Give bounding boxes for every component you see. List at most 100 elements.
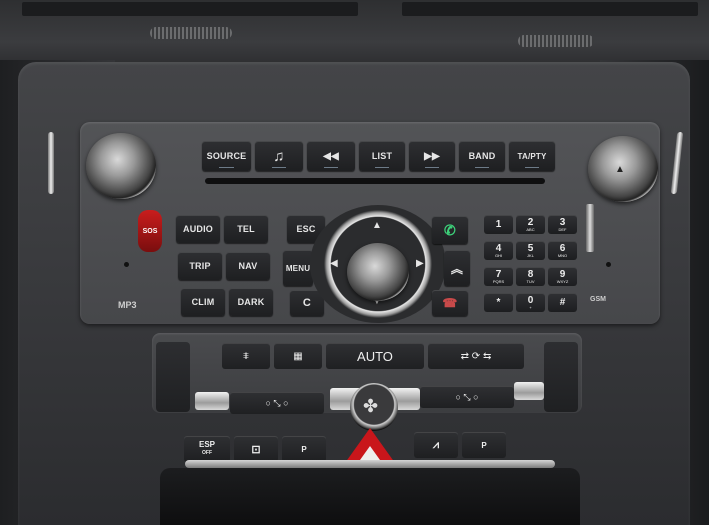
clim-button[interactable]: CLIM: [181, 288, 225, 316]
up-arrow-icon[interactable]: ▲: [372, 220, 382, 231]
rewind-icon: ◀◀: [323, 150, 339, 162]
key-digit: 3: [559, 216, 566, 228]
source-button[interactable]: SOURCE: [202, 141, 251, 171]
nav-button[interactable]: NAV: [226, 252, 270, 280]
seat-heat-left-button[interactable]: ○ ⤡ ○: [230, 392, 324, 414]
child-lock-button[interactable]: P: [282, 436, 326, 462]
key-2[interactable]: 2 ABC: [516, 215, 545, 234]
clim-label: CLIM: [191, 297, 215, 307]
dark-label: DARK: [237, 297, 265, 307]
key-letters: PQRS: [492, 278, 505, 284]
clear-label: C: [302, 297, 312, 309]
phone-pickup-icon: ✆: [444, 221, 456, 238]
temp-rocker-right[interactable]: [544, 342, 578, 412]
phone-hangup-icon: ☎: [442, 296, 458, 310]
auto-label: AUTO: [357, 348, 393, 364]
list-label: LIST: [371, 151, 393, 161]
key-digit: 1: [495, 219, 502, 230]
audio-button[interactable]: AUDIO: [176, 215, 220, 243]
menu-label: MENU: [285, 263, 311, 273]
key-digit: 7: [495, 268, 502, 280]
rear-defrost-icon: ▦: [293, 350, 303, 362]
seat-heater-icon: ○ ⤡ ○: [455, 391, 479, 402]
chrome-accent-left: [195, 392, 229, 410]
source-label: SOURCE: [206, 151, 247, 161]
key-6[interactable]: 6 MNO: [548, 241, 577, 260]
vent-wheel-right[interactable]: [518, 35, 594, 47]
key-5[interactable]: 5 JKL: [516, 241, 545, 260]
storage-tray[interactable]: [160, 468, 580, 525]
key-digit: *: [496, 297, 501, 308]
cd-slot[interactable]: [205, 178, 545, 184]
tel-button[interactable]: TEL: [224, 215, 268, 243]
fast-forward-icon: ▶▶: [424, 150, 440, 162]
esc-label: ESC: [296, 224, 316, 234]
dashboard-photo: ▲ SOURCE ♫ ◀◀ LIST ▶▶ BAND TA/PTY SOS MP…: [0, 0, 709, 525]
esp-off-button[interactable]: ESP OFF: [184, 436, 230, 462]
trip-button[interactable]: TRIP: [178, 252, 222, 280]
hangup-button[interactable]: ☎: [432, 290, 468, 316]
tel-label: TEL: [237, 224, 255, 234]
rear-defrost-button[interactable]: ▦: [274, 343, 322, 369]
key-letters: WXYZ: [556, 278, 569, 284]
key-letters: GHI: [494, 252, 503, 258]
seat-heat-right-button[interactable]: ○ ⤡ ○: [420, 386, 514, 408]
key-digit: 6: [559, 242, 566, 254]
front-defrost-button[interactable]: ⩨: [222, 343, 270, 369]
child-lock-icon: P: [301, 444, 307, 454]
lock-icon: ⊡: [251, 443, 261, 456]
microphone-hole: [124, 262, 129, 267]
fast-forward-button[interactable]: ▶▶: [409, 141, 455, 171]
sos-button[interactable]: SOS: [138, 210, 162, 252]
windshield-defrost-icon: ⩨: [243, 350, 249, 362]
key-9[interactable]: 9 WXYZ: [548, 267, 577, 286]
gsm-logo: GSM: [590, 296, 606, 303]
parking-sensor-icon: P: [481, 440, 487, 450]
dark-button[interactable]: DARK: [229, 288, 273, 316]
scroll-up-button[interactable]: ︽: [444, 250, 470, 286]
call-button[interactable]: ✆: [432, 216, 468, 244]
recirculation-button[interactable]: ⇄ ⟳ ⇆: [428, 343, 524, 369]
right-arrow-icon[interactable]: ▶: [416, 258, 424, 269]
key-8[interactable]: 8 TUV: [516, 267, 545, 286]
key-digit: 9: [559, 268, 566, 280]
menu-button[interactable]: MENU: [283, 250, 313, 286]
key-hash[interactable]: #: [548, 293, 577, 312]
key-letters: +: [529, 304, 532, 310]
chrome-strip-left: [48, 132, 54, 194]
key-1[interactable]: 1: [484, 215, 513, 234]
volume-knob[interactable]: [86, 133, 156, 199]
lane-assist-button[interactable]: ⩘: [414, 432, 458, 458]
key-4[interactable]: 4 GHI: [484, 241, 513, 260]
hazard-triangle-icon: [360, 446, 380, 460]
temp-rocker-left[interactable]: [156, 342, 190, 412]
audio-label: AUDIO: [183, 224, 213, 234]
list-button[interactable]: LIST: [359, 141, 405, 171]
double-chevron-up-icon: ︽: [450, 261, 464, 276]
left-arrow-icon[interactable]: ◀: [330, 258, 338, 269]
key-7[interactable]: 7 PQRS: [484, 267, 513, 286]
sos-label: SOS: [142, 227, 158, 235]
music-note-button[interactable]: ♫: [255, 141, 303, 171]
air-vent-right: [402, 2, 698, 16]
key-digit: 0: [527, 294, 534, 306]
ir-sensor: [606, 262, 611, 267]
key-digit: 8: [527, 268, 534, 280]
key-digit: 2: [527, 216, 534, 228]
esp-label: ESP: [198, 440, 215, 449]
parking-sensor-button[interactable]: P: [462, 432, 506, 458]
vent-wheel-left[interactable]: [150, 27, 232, 39]
ta-pty-button[interactable]: TA/PTY: [509, 141, 555, 171]
central-lock-button[interactable]: ⊡: [234, 436, 278, 462]
key-0[interactable]: 0 +: [516, 293, 545, 312]
key-star[interactable]: *: [484, 293, 513, 312]
road-icon: ⩘: [432, 438, 440, 451]
key-3[interactable]: 3 DEF: [548, 215, 577, 234]
rewind-button[interactable]: ◀◀: [307, 141, 355, 171]
band-button[interactable]: BAND: [459, 141, 505, 171]
auto-climate-button[interactable]: AUTO: [326, 343, 424, 369]
eject-slot-trim: [586, 204, 594, 252]
select-knob[interactable]: [347, 243, 409, 301]
key-letters: DEF: [558, 226, 567, 232]
mp3-logo: MP3: [118, 300, 137, 310]
